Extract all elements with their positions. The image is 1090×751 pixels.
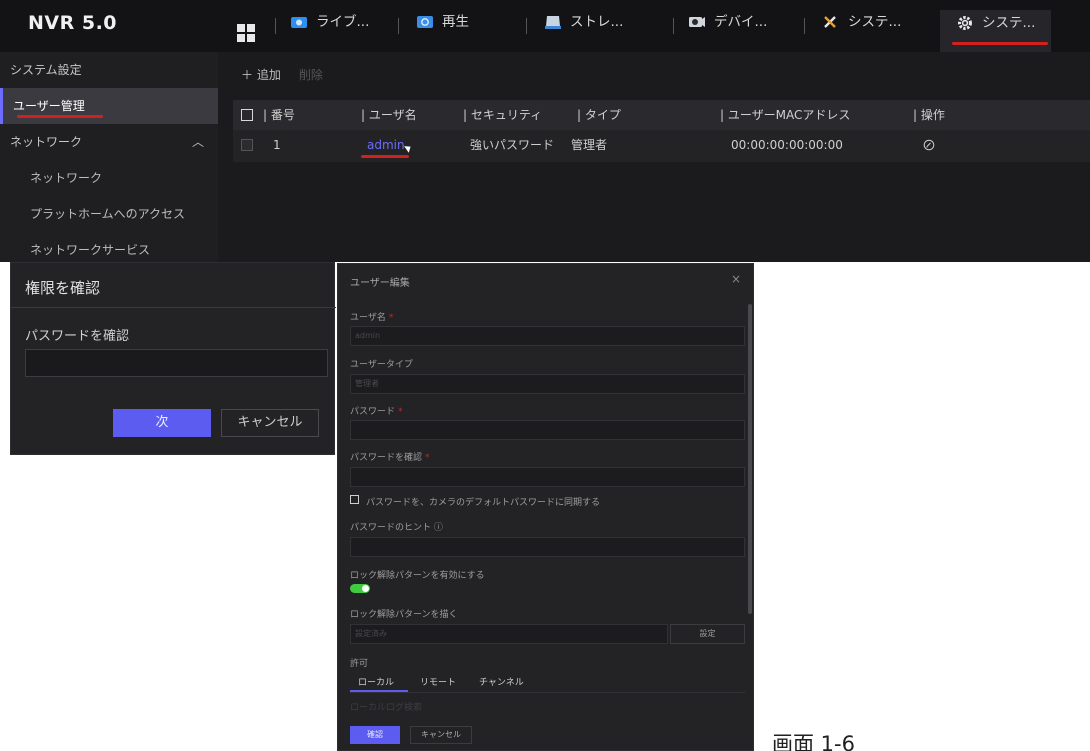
tab-system-maintenance-label: システ... [848,14,902,30]
cell-type: 管理者 [571,138,608,152]
tab-system-maintenance[interactable]: システ... [822,14,901,52]
unlock-pattern-field: 設定済み [350,624,668,644]
confirm-password-field[interactable] [350,467,745,487]
tab-separator [526,18,527,34]
username-field[interactable]: admin [350,326,745,346]
toolbar: ＋ 追加 削除 [241,66,323,86]
tab-playback[interactable]: 再生 [416,14,469,52]
tab-system-settings-label: システ... [982,15,1036,31]
password-field[interactable] [350,420,745,440]
column-header-type: | タイプ [577,108,621,122]
divider [11,307,336,308]
annotation-underline [952,42,1048,45]
app-logo: NVR 5.0 [28,12,118,34]
row-checkbox[interactable] [241,139,253,151]
select-all-checkbox[interactable] [241,109,253,121]
tab-storage[interactable]: ストレ... [544,14,623,52]
local-log-search-option[interactable]: ローカルログ検索 [350,700,422,713]
edit-icon[interactable] [923,130,935,162]
tab-device[interactable]: デバイ... [688,14,767,52]
tools-icon [822,14,840,30]
annotation-underline [17,115,103,118]
device-icon [688,14,706,30]
playback-icon [416,14,434,30]
column-header-mac: | ユーザーMACアドレス [720,108,851,122]
grid-menu-icon[interactable] [237,24,255,42]
tab-separator [804,18,805,34]
tab-playback-label: 再生 [442,14,469,30]
unlock-pattern-draw-label: ロック解除パターンを描く [350,610,458,620]
column-header-username: | ユーザ名 [361,108,417,122]
nvr-main-window: NVR 5.0 ライブ... 再生 ストレ... デバイ... システ... シ… [0,0,1090,262]
cell-mac: 00:00:00:00:00:00 [731,138,843,152]
top-navigation-bar: NVR 5.0 ライブ... 再生 ストレ... デバイ... システ... シ… [0,0,1090,52]
tab-separator [398,18,399,34]
user-edit-dialog: ユーザー編集 × ユーザ名 * admin ユーザータイプ 管理者 パスワード * … [337,263,754,751]
sidebar-item-label: ユーザー管理 [13,99,85,113]
sync-password-checkbox[interactable] [350,495,359,504]
confirm-password-label: パスワードを確認 [25,329,130,344]
table-row[interactable]: 1 admin 強いパスワード 管理者 00:00:00:00:00:00 [233,130,1090,162]
sync-password-label: パスワードを、カメラのデフォルトパスワードに同期する [366,498,601,508]
scrollbar[interactable] [748,304,752,614]
sidebar-item-system-settings[interactable]: システム設定 [0,52,218,88]
cell-security: 強いパスワード [470,138,555,152]
sidebar-item-network-service[interactable]: ネットワークサービス [0,232,218,262]
tab-separator [275,18,276,34]
cell-number: 1 [273,138,281,152]
sidebar-item-user-management[interactable]: ユーザー管理 [0,88,218,124]
confirm-password-input[interactable] [25,349,328,377]
dialog-title: ユーザー編集 [350,278,410,289]
unlock-pattern-enable-label: ロック解除パターンを有効にする [350,571,485,581]
password-label: パスワード * [350,407,403,417]
tab-channel[interactable]: チャンネル [479,675,524,688]
permission-label: 許可 [350,659,369,669]
sidebar-item-network[interactable]: ネットワーク [0,160,218,196]
storage-icon [544,14,562,30]
column-header-action: | 操作 [913,108,945,122]
confirm-button[interactable]: 確認 [350,726,400,744]
user-type-select[interactable]: 管理者 [350,374,745,394]
tab-live-label: ライブ... [316,14,370,30]
password-hint-label: パスワードのヒント ⓘ [350,523,443,533]
annotation-underline [361,155,409,158]
tab-storage-label: ストレ... [570,14,624,30]
table-header: | 番号 | ユーザ名 | セキュリティ | タイプ | ユーザーMACアドレス… [233,100,1090,130]
username-label: ユーザ名 * [350,313,394,323]
password-hint-field[interactable] [350,537,745,557]
next-button[interactable]: 次 [113,409,211,437]
delete-user-button[interactable]: 削除 [299,66,323,86]
mouse-cursor-icon [404,143,413,153]
tab-separator [673,18,674,34]
sidebar: システム設定 ユーザー管理 ネットワーク ︿ ネットワーク プラットホームへのア… [0,52,218,262]
sidebar-item-label: ネットワーク [10,135,83,149]
tab-local[interactable]: ローカル [358,675,394,688]
close-icon[interactable]: × [731,272,741,286]
column-header-security: | セキュリティ [463,108,543,122]
cancel-button[interactable]: キャンセル [221,409,319,437]
toggle-knob [362,585,369,592]
divider [350,692,745,693]
cancel-button[interactable]: キャンセル [410,726,472,744]
gear-icon [956,15,974,31]
column-header-number: | 番号 [263,108,295,122]
camera-icon [290,14,308,30]
figure-caption: 画面 1-6 [772,732,855,751]
dialog-title: 権限を確認 [25,279,101,297]
screenshot-canvas: NVR 5.0 ライブ... 再生 ストレ... デバイ... システ... シ… [0,0,1090,751]
tab-remote[interactable]: リモート [420,675,456,688]
tab-live[interactable]: ライブ... [290,14,369,52]
chevron-up-icon: ︿ [191,135,204,149]
user-type-label: ユーザータイプ [350,360,413,370]
unlock-pattern-toggle[interactable] [350,584,370,593]
confirm-permission-dialog: 権限を確認 パスワードを確認 次 キャンセル [10,262,336,455]
sidebar-item-platform-access[interactable]: プラットホームへのアクセス [0,196,218,232]
confirm-password-label: パスワードを確認 * [350,453,430,463]
add-user-button[interactable]: ＋ 追加 [241,66,281,86]
user-management-panel: ＋ 追加 削除 | 番号 | ユーザ名 | セキュリティ | タイプ | ユーザ… [233,52,1090,262]
tab-device-label: デバイ... [714,14,768,30]
set-pattern-button[interactable]: 設定 [670,624,745,644]
tab-system-settings[interactable]: システ... [940,10,1052,52]
sidebar-item-network-group[interactable]: ネットワーク ︿ [0,124,218,160]
